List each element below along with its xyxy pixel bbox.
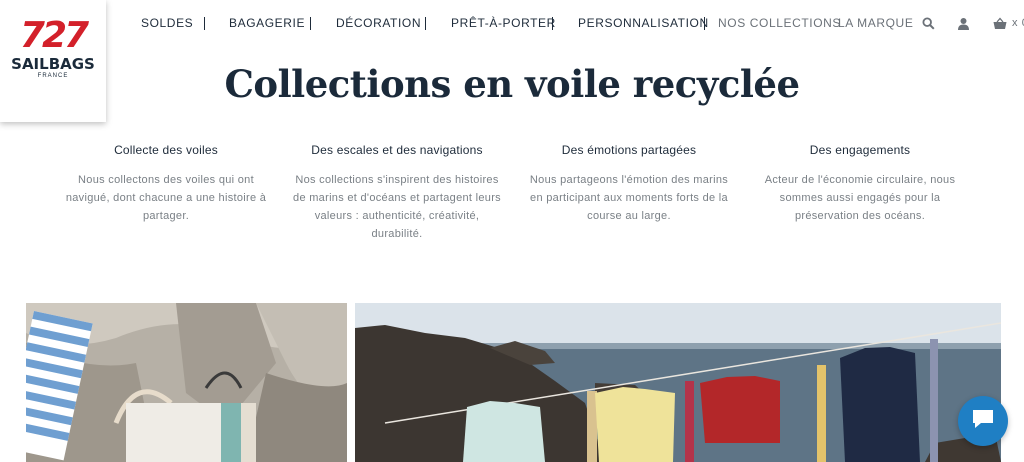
basket-icon[interactable] (993, 17, 1007, 35)
feature-title: Collecte des voiles (114, 143, 218, 157)
nav-item-decoration[interactable]: DÉCORATION (336, 16, 421, 30)
logo-word: SAILBAGS (11, 55, 95, 73)
feature-escales: Des escales et des navigations Nos colle… (292, 143, 502, 243)
feature-text: Nous partageons l'émotion des marins en … (529, 174, 729, 222)
cart-count[interactable]: x 0 (1012, 17, 1024, 29)
feature-engagements: Des engagements Acteur de l'économie cir… (755, 143, 965, 225)
logo-country: FRANCE (37, 73, 69, 79)
main-nav: SOLDES BAGAGERIE DÉCORATION PRÊT-À-PORTE… (0, 16, 1024, 32)
logo[interactable]: 727 SAILBAGS FRANCE (0, 0, 106, 122)
nav-item-nos-collections[interactable]: NOS COLLECTIONS (718, 16, 841, 30)
logo-number: 727 (19, 15, 89, 56)
feature-text: Nous collectons des voiles qui ont navig… (65, 174, 267, 222)
collection-photo-bag[interactable] (26, 303, 347, 462)
nav-item-pret-a-porter[interactable]: PRÊT-À-PORTER (451, 16, 556, 30)
nav-separator (704, 17, 705, 30)
search-icon[interactable] (922, 17, 935, 35)
collection-photo-clothesline[interactable] (355, 303, 1001, 462)
feature-text: Acteur de l'économie circulaire, nous so… (764, 174, 956, 222)
nav-item-personnalisation[interactable]: PERSONNALISATION (578, 16, 709, 30)
feature-emotions: Des émotions partagées Nous partageons l… (524, 143, 734, 225)
page-title: Collections en voile recyclée (224, 62, 800, 106)
feature-collecte: Collecte des voiles Nous collectons des … (61, 143, 271, 225)
nav-item-soldes[interactable]: SOLDES (141, 16, 193, 30)
nav-separator (310, 17, 311, 30)
feature-text: Nos collections s'inspirent des histoire… (293, 174, 501, 240)
chat-icon (972, 409, 994, 434)
feature-title: Des émotions partagées (561, 143, 697, 157)
chat-button[interactable] (958, 396, 1008, 446)
feature-title: Des escales et des navigations (311, 143, 483, 157)
feature-title: Des engagements (809, 143, 911, 157)
nav-separator (552, 17, 553, 30)
nav-item-la-marque[interactable]: LA MARQUE (838, 16, 913, 30)
user-icon[interactable] (957, 17, 970, 35)
nav-item-bagagerie[interactable]: BAGAGERIE (229, 16, 305, 30)
nav-separator (204, 17, 205, 30)
nav-separator (425, 17, 426, 30)
